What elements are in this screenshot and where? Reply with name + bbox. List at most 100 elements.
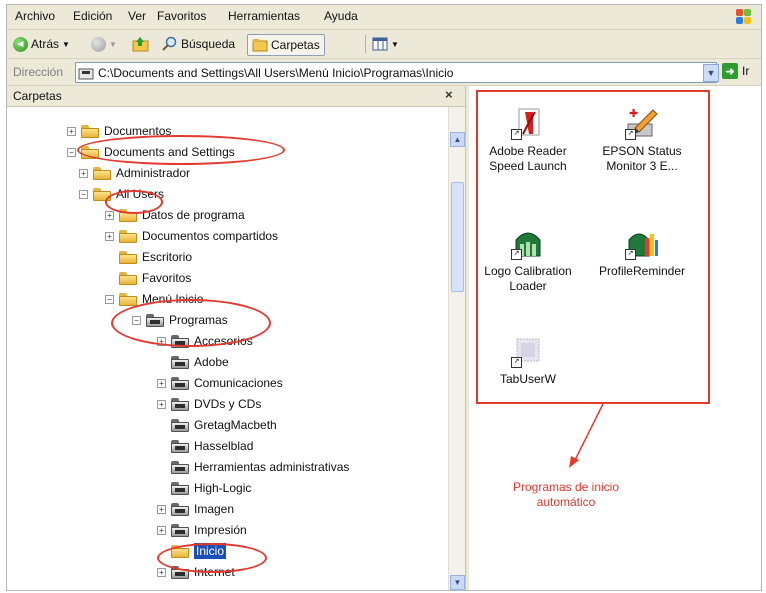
epson-status-monitor-icon: ✚ ↗	[625, 106, 659, 140]
toolbar-separator	[365, 35, 366, 53]
folder-icon	[93, 187, 111, 201]
tree-node[interactable]: − Menú Inicio	[105, 289, 203, 309]
tree-node-label: Imagen	[194, 502, 235, 516]
go-button[interactable]: ➜ Ir	[722, 63, 749, 79]
tree-node[interactable]: + Internet	[157, 562, 235, 582]
file-item[interactable]: ✚ ↗ EPSON Status Monitor 3 E...	[587, 106, 697, 174]
menu-archivo[interactable]: Archivo	[15, 9, 55, 23]
address-dropdown-icon[interactable]: ▼	[703, 64, 719, 82]
views-icon	[372, 37, 388, 51]
views-button[interactable]: ▼	[372, 34, 399, 54]
address-label: Dirección	[13, 65, 64, 79]
expand-icon[interactable]: +	[157, 399, 166, 409]
tree-node-label: Impresión	[194, 523, 247, 537]
annotation-arrow-icon	[569, 403, 604, 468]
windows-logo-icon	[735, 8, 753, 26]
menu-ver[interactable]: Ver	[128, 9, 146, 23]
program-folder-icon	[171, 460, 189, 474]
file-name-line2: Monitor 3 E...	[606, 159, 678, 173]
search-icon	[162, 36, 177, 51]
collapse-icon[interactable]: −	[105, 294, 114, 304]
tree-node[interactable]: + Imagen	[157, 499, 234, 519]
file-list-pane: ↗ Adobe Reader Speed Launch ✚ ↗ EPSON St…	[469, 86, 761, 590]
up-folder-button[interactable]	[132, 34, 150, 54]
tree-node[interactable]: + Comunicaciones	[157, 373, 283, 393]
tree-node[interactable]: + Documentos compartidos	[105, 226, 278, 246]
search-label: Búsqueda	[181, 37, 236, 51]
expand-icon[interactable]: +	[105, 210, 114, 220]
folders-button[interactable]: Carpetas	[247, 34, 325, 56]
expand-icon[interactable]: +	[157, 567, 166, 577]
dropdown-arrow-icon[interactable]: ▼	[391, 40, 399, 49]
tree-node[interactable]: − Programas	[132, 310, 228, 330]
tree-node[interactable]: Escritorio	[105, 247, 192, 267]
tree-node-label: DVDs y CDs	[194, 397, 262, 411]
tree-node[interactable]: − Documents and Settings	[67, 142, 235, 162]
program-folder-icon	[146, 313, 164, 327]
adobe-reader-icon: ↗	[511, 106, 545, 140]
tree-node[interactable]: + DVDs y CDs	[157, 394, 261, 414]
tree-node-label: Menú Inicio	[142, 292, 204, 306]
scroll-thumb[interactable]	[451, 182, 464, 292]
forward-button[interactable]: ▼	[91, 34, 117, 54]
file-name-line1: ProfileReminder	[598, 264, 686, 278]
annotation-line2: automático	[536, 495, 596, 509]
file-item[interactable]: ↗ TabUserW	[473, 334, 583, 387]
folder-icon	[78, 68, 94, 79]
toolbar: ◄ Atrás ▼ ▼ Búsqueda Carpetas ▼	[7, 30, 761, 59]
expand-icon[interactable]: +	[157, 336, 166, 346]
scroll-down-icon[interactable]: ▼	[450, 575, 465, 590]
back-label: Atrás	[31, 37, 60, 51]
back-button[interactable]: ◄ Atrás ▼	[13, 34, 70, 54]
up-folder-icon	[132, 37, 149, 52]
tree-node[interactable]: + Accesorios	[157, 331, 253, 351]
forward-arrow-icon	[91, 36, 106, 52]
tree-node[interactable]: Inicio	[157, 541, 227, 561]
tree-node[interactable]: GretagMacbeth	[157, 415, 277, 435]
address-input[interactable]: C:\Documents and Settings\All Users\Menú…	[75, 62, 717, 83]
close-icon[interactable]: ×	[445, 87, 453, 102]
tree-node[interactable]: Hasselblad	[157, 436, 253, 456]
scroll-up-icon[interactable]: ▲	[450, 132, 465, 147]
expand-icon[interactable]: +	[67, 126, 76, 136]
tree-node-label: Inicio	[194, 543, 227, 559]
program-folder-icon	[171, 418, 189, 432]
tree-node[interactable]: Adobe	[157, 352, 229, 372]
file-item[interactable]: ↗ Adobe Reader Speed Launch	[473, 106, 583, 174]
tree-node[interactable]: High-Logic	[157, 478, 251, 498]
menu-herramientas[interactable]: Herramientas	[228, 9, 300, 23]
tree-node[interactable]: + Impresión	[157, 520, 247, 540]
expand-icon[interactable]: +	[105, 231, 114, 241]
tree-node[interactable]: − All Users	[79, 184, 164, 204]
tree-node[interactable]: + Administrador	[79, 163, 190, 183]
tree-node-label: Accesorios	[194, 334, 253, 348]
collapse-icon[interactable]: −	[67, 147, 76, 157]
expand-icon[interactable]: +	[79, 168, 88, 178]
menu-ayuda[interactable]: Ayuda	[324, 9, 358, 23]
expand-icon[interactable]: +	[157, 525, 166, 535]
dropdown-arrow-icon[interactable]: ▼	[62, 40, 70, 49]
program-folder-icon	[171, 502, 189, 516]
tree-node[interactable]: Herramientas administrativas	[157, 457, 349, 477]
search-button[interactable]: Búsqueda	[162, 34, 235, 54]
expand-icon[interactable]: +	[157, 378, 166, 388]
tree-node[interactable]: + Datos de programa	[105, 205, 245, 225]
file-name-line1: Adobe Reader	[489, 144, 567, 158]
dropdown-arrow-icon[interactable]: ▼	[109, 40, 117, 49]
folder-icon	[119, 208, 137, 222]
folder-tree: + Documentos − Documents and Settings + Admin…	[7, 107, 447, 590]
menu-edicion[interactable]: Edición	[73, 9, 112, 23]
tree-scrollbar[interactable]: ▲ ▼	[448, 107, 466, 590]
program-folder-icon	[171, 439, 189, 453]
tabuserw-icon: ↗	[511, 334, 545, 368]
collapse-icon[interactable]: −	[132, 315, 141, 325]
menu-bar: Archivo Edición Ver Favoritos Herramient…	[7, 5, 761, 30]
tree-node[interactable]: + Documentos	[67, 121, 171, 141]
menu-favoritos[interactable]: Favoritos	[157, 9, 206, 23]
tree-node[interactable]: Favoritos	[105, 268, 191, 288]
file-item[interactable]: ↗ ProfileReminder	[587, 226, 697, 279]
expand-icon[interactable]: +	[157, 504, 166, 514]
file-item[interactable]: ↗ Logo Calibration Loader	[473, 226, 583, 294]
collapse-icon[interactable]: −	[79, 189, 88, 199]
file-name-line1: EPSON Status	[602, 144, 682, 158]
